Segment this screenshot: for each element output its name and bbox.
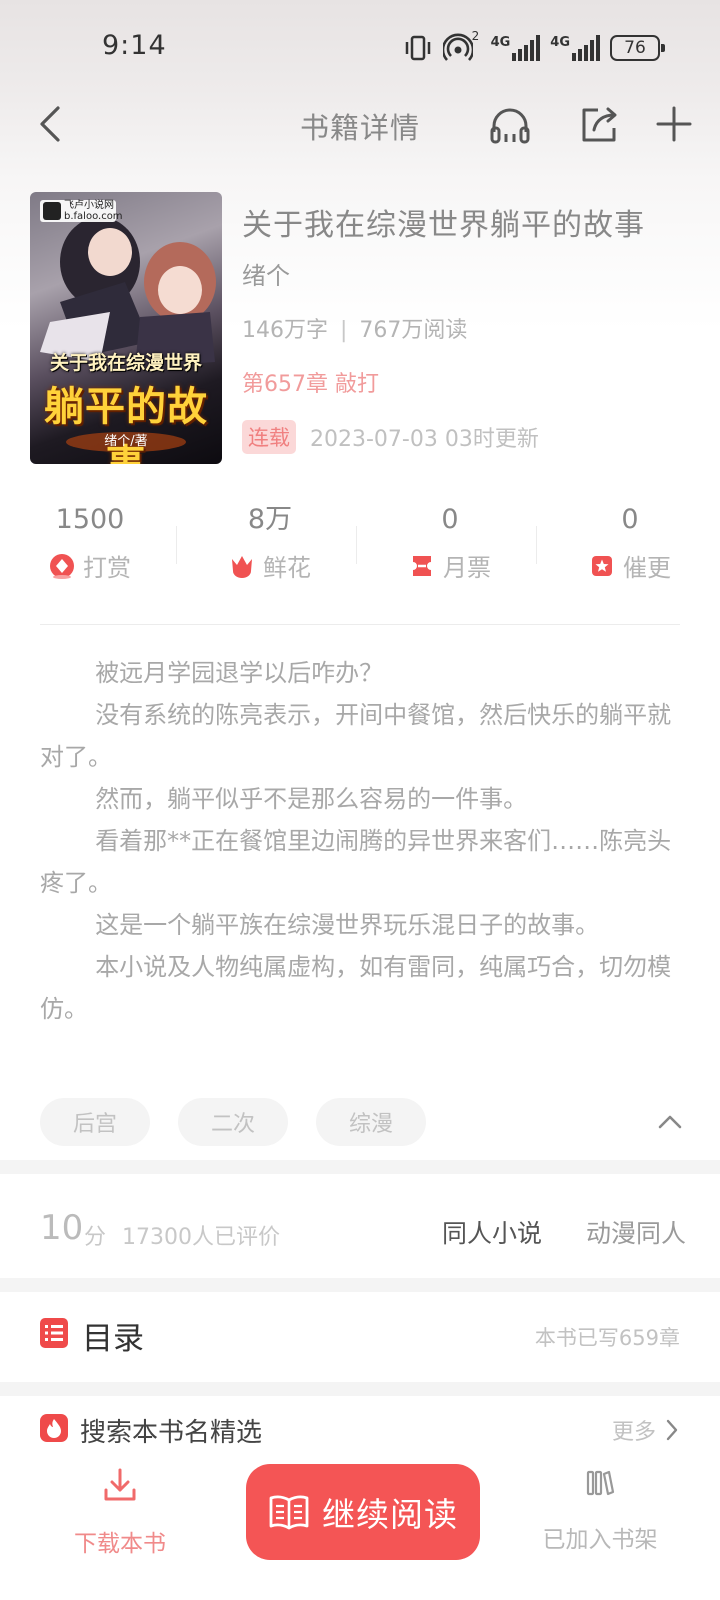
book-status-row: 连载 2023-07-03 03时更新 <box>242 420 539 454</box>
book-cover[interactable]: 飞卢小说网 b.faloo.com 关于我在综漫世界 躺平的故事 绪个/著 <box>30 192 222 464</box>
headphones-icon[interactable] <box>486 100 534 148</box>
book-stats: 146万字 | 767万阅读 <box>242 312 467 344</box>
fire-icon <box>40 1414 68 1442</box>
reward-value: 1500 <box>55 504 125 535</box>
cover-title-line2: 躺平的故事 <box>44 383 208 464</box>
battery-level: 76 <box>624 38 646 58</box>
battery-icon: 76 <box>610 35 665 61</box>
rating-score: 10 <box>40 1208 84 1248</box>
book-title: 关于我在综漫世界躺平的故事 <box>242 208 645 243</box>
status-icons: 2 4G 4G 76 <box>403 29 665 64</box>
category-link[interactable]: 同人小说 <box>442 1214 542 1250</box>
continue-reading-label: 继续阅读 <box>322 1495 458 1534</box>
rating-row: 10 分 17300人已评价 同人小说 动漫同人 <box>0 1188 720 1278</box>
divider <box>356 526 357 564</box>
word-count: 146万字 <box>242 318 328 343</box>
status-time: 9:14 <box>102 30 167 61</box>
book-synopsis: 被远月学园退学以后咋办？ 没有系统的陈亮表示，开间中餐馆，然后快乐的躺平就对了。… <box>40 652 680 1030</box>
rating-unit: 分 <box>84 1225 107 1250</box>
network-2-label: 4G <box>550 35 570 50</box>
vibrate-icon <box>405 35 430 61</box>
synopsis-paragraph: 本小说及人物纯属虚构，如有雷同，纯属巧合，切勿模仿。 <box>40 953 672 1023</box>
reward-label: 打赏 <box>83 554 131 582</box>
stats-separator: | <box>340 318 348 343</box>
book-detail-page: 9:14 2 4G 4G 76 书籍详情 飞卢小说网 b.faloo.com 关… <box>0 0 720 1600</box>
signal-2-icon: 4G <box>550 35 600 61</box>
network-1-label: 4G <box>490 35 511 50</box>
urge-label: 催更 <box>623 554 671 582</box>
interaction-stats: 1500 打赏 8万 鲜花 0 月票 0 催更 <box>0 502 720 586</box>
book-author[interactable]: 绪个 <box>242 256 290 291</box>
add-icon[interactable] <box>650 100 698 148</box>
flower-label: 鲜花 <box>263 554 311 582</box>
bookshelf-icon <box>586 1470 615 1496</box>
hotspot-badge: 2 <box>471 29 480 43</box>
search-selection-title: 搜索本书名精选 <box>80 1418 263 1448</box>
synopsis-paragraph: 看着那**正在餐馆里边闹腾的异世界来客们……陈亮头疼了。 <box>40 827 672 897</box>
rating-count[interactable]: 17300人已评价 <box>122 1219 280 1251</box>
synopsis-paragraph: 然而，躺平似乎不是那么容易的一件事。 <box>95 785 528 813</box>
flower-icon <box>232 555 252 578</box>
tag-chip[interactable]: 综漫 <box>316 1098 426 1146</box>
synopsis-paragraph: 被远月学园退学以后咋办？ <box>95 659 384 687</box>
urge-icon <box>592 555 612 576</box>
interaction-ticket[interactable]: 0 月票 <box>360 502 540 586</box>
ticket-label: 月票 <box>443 554 491 582</box>
download-button[interactable]: 下载本书 <box>60 1466 180 1566</box>
divider <box>176 526 177 564</box>
cover-publisher: 飞卢小说网 b.faloo.com <box>40 200 123 222</box>
latest-chapter[interactable]: 第657章 敲打 <box>242 366 379 398</box>
tag-chip[interactable]: 后宫 <box>40 1098 150 1146</box>
reward-icon <box>50 553 74 579</box>
catalog-title: 目录 <box>82 1321 144 1357</box>
read-count: 767万阅读 <box>359 318 468 343</box>
chevron-right-icon <box>666 1419 678 1441</box>
section-gap <box>0 1278 720 1292</box>
catalog-icon <box>40 1318 68 1348</box>
hotspot-icon: 2 <box>442 29 481 63</box>
tag-chip[interactable]: 二次 <box>178 1098 288 1146</box>
catalog-chapter-count: 本书已写659章 <box>534 1326 680 1350</box>
interaction-urge[interactable]: 0 催更 <box>540 502 720 586</box>
divider <box>536 526 537 564</box>
cover-publisher-name: 飞卢小说网 <box>64 200 114 211</box>
flower-value: 8万 <box>247 504 293 535</box>
divider <box>40 624 680 625</box>
category-link[interactable]: 动漫同人 <box>586 1214 686 1250</box>
search-selection-row[interactable]: 搜索本书名精选 更多 <box>0 1396 720 1468</box>
interaction-flower[interactable]: 8万 鲜花 <box>180 502 360 586</box>
download-icon <box>104 1468 136 1501</box>
cover-author: 绪个/著 <box>104 434 148 449</box>
more-link[interactable]: 更多 <box>612 1414 680 1446</box>
section-gap <box>0 1382 720 1396</box>
signal-1-icon: 4G <box>491 35 541 61</box>
synopsis-paragraph: 没有系统的陈亮表示，开间中餐馆，然后快乐的躺平就对了。 <box>40 701 672 771</box>
ticket-value: 0 <box>441 504 459 535</box>
urge-value: 0 <box>621 504 639 535</box>
share-icon[interactable] <box>576 100 624 148</box>
bottom-action-bar: 下载本书 继续阅读 已加入书架 <box>0 1464 720 1600</box>
synopsis-paragraph: 这是一个躺平族在综漫世界玩乐混日子的故事。 <box>95 911 600 939</box>
status-tag: 连载 <box>242 420 296 454</box>
download-label: 下载本书 <box>74 1531 166 1557</box>
interaction-reward[interactable]: 1500 打赏 <box>0 502 180 586</box>
chevron-up-icon[interactable] <box>656 1112 684 1132</box>
catalog-row[interactable]: 目录 本书已写659章 <box>0 1292 720 1382</box>
bookshelf-label: 已加入书架 <box>542 1527 658 1553</box>
update-time: 2023-07-03 03时更新 <box>310 427 539 452</box>
section-gap <box>0 1160 720 1174</box>
cover-publisher-url: b.faloo.com <box>64 211 123 222</box>
continue-reading-button[interactable]: 继续阅读 <box>246 1464 480 1560</box>
cover-title-line1: 关于我在综漫世界 <box>49 352 202 374</box>
tag-list: 后宫 二次 综漫 <box>40 1098 426 1146</box>
bookshelf-button[interactable]: 已加入书架 <box>530 1466 670 1566</box>
more-label: 更多 <box>611 1420 656 1445</box>
ticket-icon <box>413 555 431 576</box>
open-book-icon <box>269 1495 309 1530</box>
publisher-logo <box>43 202 61 220</box>
status-bar: 9:14 2 4G 4G 76 <box>0 0 720 96</box>
nav-bar: 书籍详情 <box>0 96 720 152</box>
